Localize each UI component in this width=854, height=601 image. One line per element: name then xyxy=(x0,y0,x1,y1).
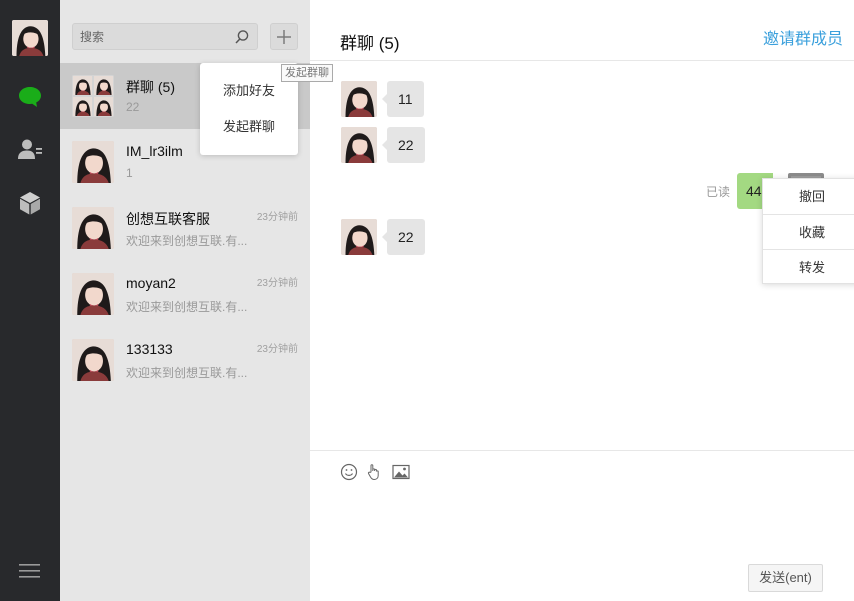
conversation-name: moyan2 xyxy=(126,275,176,291)
emoji-icon[interactable] xyxy=(340,463,358,481)
conversation-name: 群聊 (5) xyxy=(126,79,175,95)
nav-sidebar xyxy=(0,0,60,601)
invite-members-link[interactable]: 邀请群成员 xyxy=(763,25,843,49)
conversation-item-133133[interactable]: 133133 欢迎来到创想互联.有... 23分钟前 xyxy=(60,327,310,393)
conversation-last-message: 欢迎来到创想互联.有... xyxy=(126,366,248,380)
recall-menu-item[interactable]: 撤回 xyxy=(763,179,854,214)
send-button[interactable]: 发送(ent) xyxy=(748,564,823,592)
message-input[interactable] xyxy=(330,492,830,556)
message-row: 22 xyxy=(310,127,854,165)
conversation-last-message: 欢迎来到创想互联.有... xyxy=(126,300,248,314)
menu-icon[interactable] xyxy=(19,562,41,580)
avatar[interactable] xyxy=(341,219,377,255)
search-input[interactable] xyxy=(73,24,233,49)
apps-cube-icon[interactable] xyxy=(18,191,42,215)
group-avatar xyxy=(72,75,114,117)
search-icon[interactable] xyxy=(234,29,250,45)
shake-hand-icon[interactable] xyxy=(365,463,383,481)
conversation-name: IM_lr3ilm xyxy=(126,143,183,159)
avatar xyxy=(72,273,114,315)
conversation-time: 23分钟前 xyxy=(256,344,298,355)
conversation-name: 133133 xyxy=(126,341,173,357)
add-button-tooltip: 发起群聊 xyxy=(281,64,333,82)
avatar[interactable] xyxy=(341,81,377,117)
favorite-menu-item[interactable]: 收藏 xyxy=(763,214,854,249)
read-status: 已读 xyxy=(706,185,731,199)
message-bubble[interactable]: 22 xyxy=(382,127,425,163)
message-bubble[interactable]: 11 xyxy=(382,81,424,117)
image-icon[interactable] xyxy=(392,463,410,481)
avatar xyxy=(72,339,114,381)
forward-menu-item[interactable]: 转发 xyxy=(763,249,854,284)
conversation-last-message: 1 xyxy=(126,166,133,180)
chat-header: 群聊 (5) 邀请群成员 xyxy=(310,0,854,61)
message-row: 11 xyxy=(310,81,854,119)
message-bubble[interactable]: 22 xyxy=(382,219,425,255)
avatar[interactable] xyxy=(341,127,377,163)
contacts-icon[interactable] xyxy=(18,137,42,161)
add-button[interactable] xyxy=(270,23,298,50)
chat-icon[interactable] xyxy=(18,85,42,109)
search-box xyxy=(72,23,258,50)
conversation-last-message: 22 xyxy=(126,100,140,114)
conversation-time: 23分钟前 xyxy=(256,212,298,223)
conversation-last-message: 欢迎来到创想互联.有... xyxy=(126,234,248,248)
conversation-item-moyan2[interactable]: moyan2 欢迎来到创想互联.有... 23分钟前 xyxy=(60,261,310,327)
my-avatar[interactable] xyxy=(12,20,48,56)
avatar xyxy=(72,141,114,183)
start-group-chat-menu-item[interactable]: 发起群聊 xyxy=(200,109,298,145)
conversation-time: 23分钟前 xyxy=(256,278,298,289)
avatar xyxy=(72,207,114,249)
conversation-item-customer-service[interactable]: 创想互联客服 欢迎来到创想互联.有... 23分钟前 xyxy=(60,195,310,261)
chat-title: 群聊 (5) xyxy=(340,34,400,53)
chat-pane: 群聊 (5) 邀请群成员 11 22 已读 44 22 撤回 收藏 转发 发送(… xyxy=(310,0,854,601)
compose-toolbar xyxy=(310,450,854,490)
plus-icon xyxy=(277,29,291,44)
message-context-menu: 撤回 收藏 转发 xyxy=(762,178,854,284)
conversation-name: 创想互联客服 xyxy=(126,211,210,227)
